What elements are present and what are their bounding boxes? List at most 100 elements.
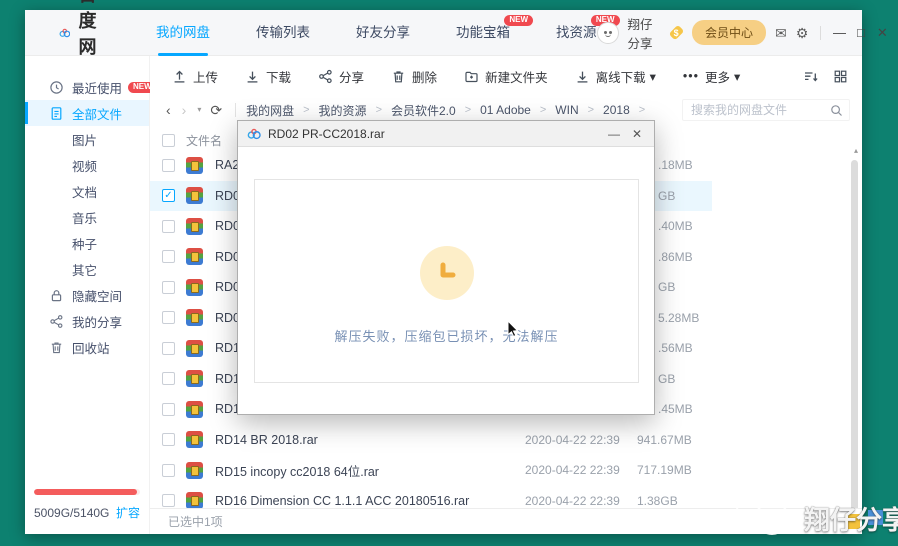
tab-my-drive[interactable]: 我的网盘 [156,10,210,56]
breadcrumb-item[interactable]: 2018 [603,103,630,117]
rar-file-icon [186,492,203,508]
rar-file-icon [186,370,203,387]
error-message: 解压失败，压缩包已损坏，无法解压 [255,326,638,345]
rar-file-icon [186,309,203,326]
breadcrumb-separator: > [303,104,309,116]
user-name[interactable]: 翔仔分享 [628,14,662,52]
minimize-button[interactable]: — [833,25,846,40]
back-button[interactable]: ‹ [166,103,171,117]
row-checkbox[interactable] [162,464,175,477]
vertical-scrollbar[interactable] [851,160,858,512]
sort-icon[interactable] [803,69,819,84]
sidebar-item-label: 文档 [72,182,97,201]
row-checkbox[interactable] [162,342,175,355]
breadcrumb-item[interactable]: WIN [555,103,578,117]
search-icon[interactable] [830,104,843,117]
file-size: 941.67MB [637,433,692,447]
tab-friend-share[interactable]: 好友分享 [356,10,410,56]
sidebar-item-torrents[interactable]: 种子 [25,230,149,256]
filename-column-header[interactable]: 文件名 [186,132,222,149]
selection-count: 已选中1项 [168,513,223,530]
share-button[interactable]: 分享 [318,67,364,86]
sidebar-item-recycle-bin[interactable]: 回收站 [25,334,149,360]
delete-button[interactable]: 删除 [391,67,437,86]
row-checkbox[interactable] [162,433,175,446]
scrollbar-up-arrow[interactable]: ▴ [854,146,858,155]
dialog-minimize-button[interactable]: — [606,127,622,141]
rar-file-icon [186,401,203,418]
tab-toolbox[interactable]: 功能宝箱NEW [456,10,510,56]
row-checkbox[interactable] [162,403,175,416]
sidebar-item-documents[interactable]: 文档 [25,178,149,204]
document-icon [49,106,64,121]
sidebar-item-recent[interactable]: 最近使用 NEW [25,74,149,100]
grid-view-icon[interactable] [833,69,848,84]
new-folder-button[interactable]: 新建文件夹 [464,67,548,86]
settings-gear-icon[interactable]: ⚙ [796,26,809,40]
dialog-title-bar[interactable]: RD02 PR-CC2018.rar — ✕ [238,121,654,147]
tab-transfer-list[interactable]: 传输列表 [256,10,310,56]
sidebar-item-label: 最近使用 [72,78,122,97]
search-input[interactable] [691,103,830,117]
breadcrumb-item[interactable]: 01 Adobe [480,103,531,117]
vip-center-button[interactable]: 会员中心 [692,20,766,45]
breadcrumb-item[interactable]: 会员软件2.0 [391,102,456,119]
file-size: GB [658,280,675,294]
file-name[interactable]: RD14 BR 2018.rar [215,433,318,447]
sidebar-item-videos[interactable]: 视频 [25,152,149,178]
rar-file-icon [186,462,203,479]
file-row[interactable]: RD16 Dimension CC 1.1.1 ACC 20180516.rar… [150,486,712,509]
sidebar-item-hidden-space[interactable]: 隐藏空间 [25,282,149,308]
divider [235,103,236,117]
sidebar-nav: 最近使用 NEW 全部文件 图片 视频 文档 音乐 种子 其它 隐藏空间 [25,56,149,360]
maximize-button[interactable]: □ [855,25,867,40]
sidebar-item-pictures[interactable]: 图片 [25,126,149,152]
more-button[interactable]: ••• 更多 ▾ [683,67,740,86]
refresh-button[interactable]: ⟳ [210,103,222,117]
upload-label: 上传 [193,67,218,86]
file-row[interactable]: RD15 incopy cc2018 64位.rar2020-04-22 22:… [150,455,712,486]
offline-download-button[interactable]: 离线下载 ▾ [575,67,656,86]
chevron-down-icon[interactable]: ▾ [734,69,740,84]
message-icon[interactable]: ✉ [775,26,787,40]
search-box[interactable] [682,99,850,121]
download-button[interactable]: 下载 [245,67,291,86]
expand-storage-link[interactable]: 扩容 [116,504,140,521]
upload-button[interactable]: 上传 [172,67,218,86]
row-checkbox[interactable] [162,250,175,263]
title-bar[interactable]: 百度网盘 我的网盘 传输列表 好友分享 功能宝箱NEW 找资源NEW 翔仔分享 … [25,10,862,56]
sidebar-item-my-shares[interactable]: 我的分享 [25,308,149,334]
trash-icon [391,69,406,84]
chevron-down-icon[interactable]: ▾ [650,69,656,84]
breadcrumb-item[interactable]: 我的网盘 [246,102,294,119]
forward-button[interactable]: › [182,103,187,117]
row-checkbox[interactable] [162,311,175,324]
row-checkbox[interactable] [162,494,175,507]
file-size: 1.38GB [637,494,678,508]
breadcrumb-item[interactable]: 我的资源 [319,102,367,119]
svip-badge-icon[interactable]: $ [669,25,684,40]
sidebar-item-all-files[interactable]: 全部文件 [25,100,149,126]
sidebar-item-others[interactable]: 其它 [25,256,149,282]
row-checkbox[interactable] [162,281,175,294]
row-checkbox[interactable] [162,220,175,233]
user-avatar[interactable] [597,22,619,44]
more-dots-icon: ••• [683,69,699,83]
file-row[interactable]: RD14 BR 2018.rar 2020-04-22 22:39 941.67MB [150,425,712,456]
file-date: 2020-04-22 22:39 [525,433,620,447]
main-tabs: 我的网盘 传输列表 好友分享 功能宝箱NEW 找资源NEW [156,10,597,56]
sidebar-item-music[interactable]: 音乐 [25,204,149,230]
tab-find-resources[interactable]: 找资源NEW [556,10,597,56]
baidu-netdisk-logo-icon [247,128,261,140]
row-checkbox[interactable]: ✓ [162,189,175,202]
dialog-close-button[interactable]: ✕ [629,127,645,141]
file-name[interactable]: RD16 Dimension CC 1.1.1 ACC 20180516.rar [215,494,469,508]
close-button[interactable]: ✕ [876,25,888,41]
file-name[interactable]: RD15 incopy cc2018 64位.rar [215,461,379,480]
row-checkbox[interactable] [162,159,175,172]
sidebar-item-label: 种子 [72,234,97,253]
select-all-checkbox[interactable] [162,134,175,147]
row-checkbox[interactable] [162,372,175,385]
history-dropdown-icon[interactable]: ▾ [197,106,201,114]
divider [820,26,821,40]
